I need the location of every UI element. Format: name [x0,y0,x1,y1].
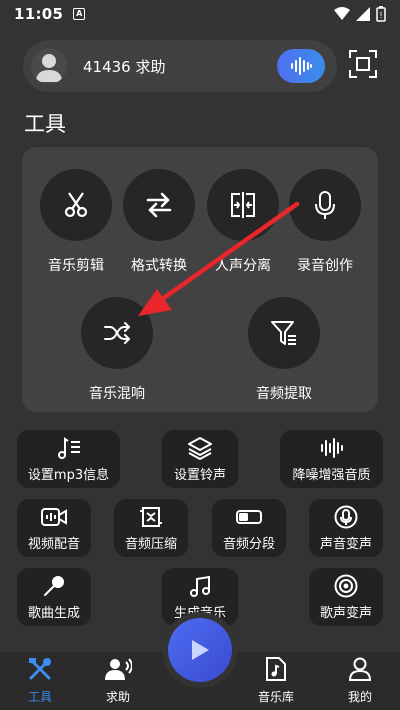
nav-tools[interactable]: 工具 [10,656,70,705]
filter-icon [271,321,296,345]
tool-circle[interactable] [81,297,153,369]
tool-label: 音乐剪辑 [48,258,104,274]
scan-button[interactable] [349,50,377,78]
tool-music-edit[interactable]: 音乐剪辑 [36,169,116,275]
scissors-icon [64,192,88,218]
tool-circle[interactable] [123,169,195,241]
microphone-icon [44,576,64,596]
play-icon [192,640,209,660]
voice-change-icon [334,505,358,529]
tile-label: 歌声变声 [319,606,372,621]
tool-audio-extract[interactable]: 音频提取 [244,297,324,403]
scan-icon [349,50,377,78]
user-icon [348,657,372,681]
tool-label: 人声分离 [215,258,271,274]
tool-label: 音乐混响 [89,386,145,402]
split-icon [231,192,255,218]
music-note-icon [190,575,210,597]
tile-label: 设置铃声 [173,468,226,483]
nav-label: 工具 [27,690,52,704]
tile-label: 声音变声 [319,537,372,552]
segment-icon [236,510,262,524]
notification-icon: A [73,8,86,20]
nav-help[interactable]: 求助 [88,656,148,705]
tool-format-convert[interactable]: 格式转换 [119,169,199,275]
tool-music-reverb[interactable]: 音乐混响 [77,297,157,403]
tile-label: 降噪增强音质 [292,468,371,483]
tile-label: 视频配音 [27,537,80,552]
mic-icon [315,191,335,219]
wifi-icon [334,7,350,20]
tile-voice-change[interactable]: 声音变声 [309,499,383,557]
tile-audio-segment[interactable]: 音频分段 [212,499,286,557]
tile-video-dub[interactable]: 视频配音 [17,499,91,557]
video-icon [41,508,67,526]
tile-song-generate[interactable]: 歌曲生成 [17,568,91,626]
music-file-icon [266,657,286,681]
status-bar: 11:05 A ! [0,0,400,28]
tile-mp3-info[interactable]: 设置mp3信息 [17,430,120,488]
tile-label: 歌曲生成 [27,606,80,621]
tile-label: 音频压缩 [124,537,177,552]
swap-icon [146,192,172,218]
nav-label: 求助 [105,690,130,704]
tools-card: 音乐剪辑 格式转换 人声分离 录音创作 音乐混响 音频提取 [22,147,378,412]
tool-circle[interactable] [289,169,361,241]
waveform-icon [291,57,312,75]
nav-label: 音乐库 [257,690,294,704]
nav-music-library[interactable]: 音乐库 [246,656,306,705]
svg-text:!: ! [379,11,382,20]
tool-circle[interactable] [207,169,279,241]
tile-label: 设置mp3信息 [27,468,110,483]
tool-circle[interactable] [40,169,112,241]
profile-name: 41436 求助 [83,57,166,76]
tools-icon [29,658,51,680]
signal-icon [356,7,370,21]
tile-audio-compress[interactable]: 音频压缩 [114,499,188,557]
tool-label: 音频提取 [256,386,312,402]
tile-label: 音频分段 [222,537,275,552]
tool-circle[interactable] [248,297,320,369]
battery-icon: ! [376,6,386,22]
compress-icon [140,507,162,527]
nav-mine[interactable]: 我的 [330,656,390,705]
play-button[interactable] [168,618,232,682]
status-icons: ! [334,6,386,22]
user-avatar-icon [36,54,62,82]
profile-bar[interactable]: 41436 求助 [23,40,337,92]
shuffle-icon [104,322,130,344]
tile-singing-voice-change[interactable]: 歌声变声 [309,568,383,626]
tool-vocal-split[interactable]: 人声分离 [203,169,283,275]
tool-record[interactable]: 录音创作 [285,169,365,275]
disc-icon [334,574,358,598]
status-time: 11:05 [14,5,64,23]
avatar[interactable] [31,48,67,84]
layers-icon [188,437,212,460]
help-users-icon [105,658,133,680]
tile-ringtone[interactable]: 设置铃声 [162,430,238,488]
nav-label: 我的 [347,690,372,704]
waveform-icon [320,438,343,458]
tool-label: 录音创作 [297,258,353,274]
voice-button[interactable] [277,49,325,83]
tile-denoise[interactable]: 降噪增强音质 [280,430,383,488]
tool-label: 格式转换 [131,258,187,274]
section-title: 工具 [24,112,66,136]
note-list-icon [57,437,80,459]
